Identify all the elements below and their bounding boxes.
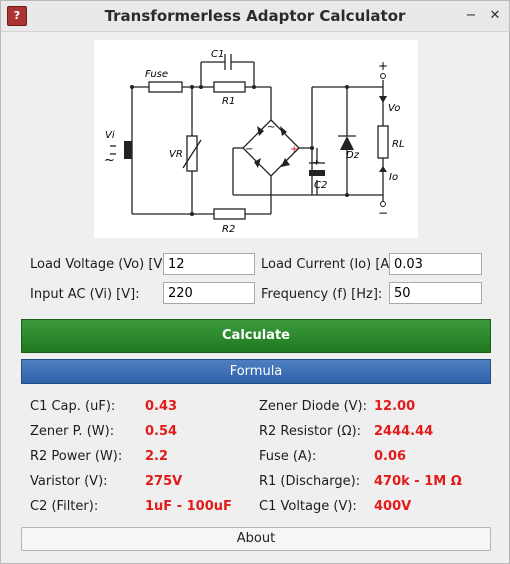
r2-power-value: 2.2: [145, 449, 169, 464]
fuse-label: Fuse (A):: [259, 449, 317, 464]
c1-cap-label: C1 Cap. (uF):: [30, 399, 116, 414]
label-c2-plus: +: [313, 158, 320, 167]
calculate-button[interactable]: Calculate: [21, 319, 491, 353]
label-rl: RL: [392, 139, 405, 150]
title-bar: ? Transformerless Adaptor Calculator − ✕: [1, 1, 509, 32]
formula-button[interactable]: Formula: [21, 359, 491, 384]
label-vr: VR: [169, 149, 183, 160]
c1-voltage-value: 400V: [374, 499, 412, 514]
r2-power-label: R2 Power (W):: [30, 449, 123, 464]
label-plus-terminal: +: [378, 59, 388, 73]
close-button[interactable]: ✕: [487, 7, 503, 25]
c1-cap-value: 0.43: [145, 399, 178, 414]
label-r1: R1: [222, 96, 235, 107]
c2-filter-value: 1uF - 100uF: [145, 499, 232, 514]
input-ac-label: Input AC (Vi) [V]:: [30, 287, 140, 302]
r1-discharge-label: R1 (Discharge):: [259, 474, 361, 489]
circuit-diagram: Fuse C1 R1 Vi ~ VR R2 C2 + Dz RL Vo Io +…: [94, 40, 418, 238]
varistor-label: Varistor (V):: [30, 474, 108, 489]
label-c2: C2: [314, 180, 327, 191]
about-button[interactable]: About: [21, 527, 491, 551]
load-current-field[interactable]: [389, 253, 482, 275]
app-window: ? Transformerless Adaptor Calculator − ✕: [0, 0, 510, 564]
label-bridge-tilde: ~: [267, 122, 275, 133]
input-ac-field[interactable]: [163, 282, 255, 304]
zener-diode-label: Zener Diode (V):: [259, 399, 367, 414]
c2-filter-label: C2 (Filter):: [30, 499, 99, 514]
minimize-button[interactable]: −: [463, 7, 479, 25]
load-current-label: Load Current (Io) [A]:: [261, 257, 399, 272]
r2-resistor-value: 2444.44: [374, 424, 434, 439]
label-io: Io: [389, 172, 398, 183]
label-fuse: Fuse: [145, 69, 168, 80]
r2-resistor-label: R2 Resistor (Ω):: [259, 424, 362, 439]
zener-diode-value: 12.00: [374, 399, 416, 414]
label-vi: Vi: [105, 130, 115, 141]
window-title: Transformerless Adaptor Calculator: [104, 7, 406, 25]
label-c1: C1: [211, 49, 224, 60]
fuse-value: 0.06: [374, 449, 407, 464]
load-voltage-field[interactable]: [163, 253, 255, 275]
c2-capacitor-plate: [309, 170, 325, 176]
label-bridge-minus: −: [245, 144, 253, 155]
label-r2: R2: [222, 224, 235, 235]
zener-power-value: 0.54: [145, 424, 178, 439]
load-voltage-label: Load Voltage (Vo) [V]:: [30, 257, 172, 272]
label-bridge-plus: +: [290, 144, 298, 155]
varistor-value: 275V: [145, 474, 183, 489]
label-dz: Dz: [346, 150, 360, 161]
frequency-field[interactable]: [389, 282, 482, 304]
label-vo: Vo: [388, 103, 400, 114]
label-tilde: ~: [104, 153, 115, 168]
label-minus-terminal: −: [378, 206, 388, 220]
c1-voltage-label: C1 Voltage (V):: [259, 499, 357, 514]
zener-power-label: Zener P. (W):: [30, 424, 115, 439]
frequency-label: Frequency (f) [Hz]:: [261, 287, 383, 302]
r1-discharge-value: 470k - 1M Ω: [374, 474, 462, 489]
